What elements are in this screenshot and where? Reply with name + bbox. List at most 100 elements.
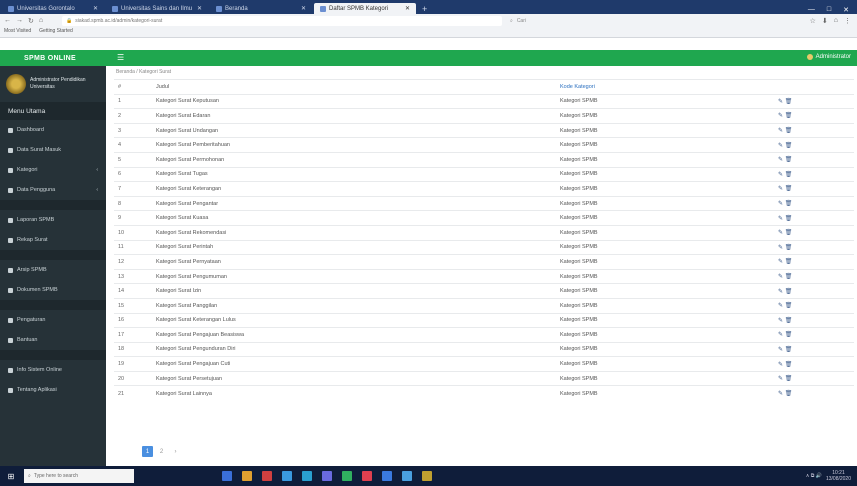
browser-tab[interactable]: Daftar SPMB Kategori ✕ (314, 3, 416, 14)
sidebar-item[interactable]: Dashboard (0, 120, 106, 140)
row-actions[interactable]: ✎ 🗑 (774, 356, 854, 372)
row-actions[interactable]: ✎ 🗑 (774, 239, 854, 255)
row-actions[interactable]: ✎ 🗑 (774, 385, 854, 401)
row-title: Kategori Surat Pemberitahuan (152, 137, 556, 153)
browser-tab[interactable]: Universitas Sains dan Ilmu ✕ (106, 3, 208, 14)
row-actions[interactable]: ✎ 🗑 (774, 268, 854, 284)
close-icon[interactable]: ✕ (197, 5, 202, 12)
sidebar-item[interactable]: Kategori ‹ (0, 160, 106, 180)
row-category: Kategori SPMB (556, 239, 774, 255)
taskbar-app-icon[interactable] (242, 471, 252, 481)
row-title: Kategori Surat Keputusan (152, 93, 556, 109)
sidebar-item[interactable]: Rekap Surat (0, 230, 106, 250)
sidebar-item[interactable]: Pengaturan (0, 310, 106, 330)
system-tray: ∧ ⧉ 🔊 10:21 13/08/2020 (806, 470, 857, 482)
taskbar-app-icon[interactable] (282, 471, 292, 481)
bookmark-item[interactable]: Most Visited (4, 28, 31, 34)
sidebar-item[interactable]: Data Surat Masuk (0, 140, 106, 160)
page-button[interactable]: 2 (156, 446, 167, 457)
clock[interactable]: 10:21 13/08/2020 (826, 470, 851, 482)
row-actions[interactable]: ✎ 🗑 (774, 181, 854, 197)
taskbar-app-icon[interactable] (422, 471, 432, 481)
bookmark-item[interactable]: Getting Started (39, 28, 73, 34)
table-row: 7 Kategori Surat Keterangan Kategori SPMB ✎… (114, 181, 854, 197)
tray-icons[interactable]: ∧ ⧉ 🔊 (806, 473, 822, 479)
row-actions[interactable]: ✎ 🗑 (774, 327, 854, 343)
menu-toggle-icon[interactable]: ☰ (117, 53, 124, 62)
page-button[interactable]: 1 (142, 446, 153, 457)
close-window-icon[interactable]: ✕ (843, 6, 849, 14)
taskbar-app-icon[interactable] (402, 471, 412, 481)
row-category: Kategori SPMB (556, 312, 774, 328)
row-category: Kategori SPMB (556, 268, 774, 284)
row-actions[interactable]: ✎ 🗑 (774, 210, 854, 226)
table-row: 1 Kategori Surat Keputusan Kategori SPMB ✎ … (114, 93, 854, 109)
taskbar-app-icon[interactable] (382, 471, 392, 481)
back-icon[interactable]: ← (4, 17, 11, 25)
close-icon[interactable]: ✕ (405, 5, 410, 12)
browser-search-field[interactable]: ⌕ Cari (510, 16, 640, 26)
sidebar-item[interactable]: Data Pengguna ‹ (0, 180, 106, 200)
taskbar-app-icon[interactable] (262, 471, 272, 481)
row-title: Kategori Surat Keterangan (152, 181, 556, 197)
tab-label: Universitas Gorontalo (17, 5, 75, 12)
row-actions[interactable]: ✎ 🗑 (774, 151, 854, 168)
new-tab-button[interactable]: + (418, 4, 431, 14)
taskbar-search[interactable]: ⌕ Type here to search (24, 469, 134, 483)
sidebar-item[interactable]: Tentang Aplikasi (0, 380, 106, 400)
row-actions[interactable]: ✎ 🗑 (774, 370, 854, 386)
download-icon[interactable]: ⬇ (822, 17, 828, 25)
home-icon[interactable]: ⌂ (39, 17, 43, 25)
page-button[interactable]: › (170, 446, 181, 457)
row-title: Kategori Surat Undangan (152, 122, 556, 138)
forward-icon[interactable]: → (16, 17, 23, 25)
reload-icon[interactable]: ↻ (28, 17, 34, 25)
sidebar-divider (0, 250, 106, 260)
windows-taskbar: ⊞ ⌕ Type here to search ∧ ⧉ 🔊 10:21 13/0… (0, 466, 857, 486)
sidebar-item[interactable]: Arsip SPMB (0, 260, 106, 280)
tab-favicon-icon (8, 5, 14, 12)
library-icon[interactable]: ⌂ (834, 17, 838, 25)
browser-tab[interactable]: Universitas Gorontalo ✕ (2, 3, 104, 14)
row-actions[interactable]: ✎ 🗑 (774, 108, 854, 124)
taskbar-app-icon[interactable] (362, 471, 372, 481)
sidebar-item[interactable]: Info Sistem Online (0, 360, 106, 380)
row-actions[interactable]: ✎ 🗑 (774, 122, 854, 138)
taskbar-app-icon[interactable] (222, 471, 232, 481)
menu-icon[interactable]: ⋮ (844, 17, 851, 25)
app-brand[interactable]: SPMB ONLINE (0, 50, 100, 66)
bookmark-star-icon[interactable]: ☆ (810, 17, 816, 25)
row-actions[interactable]: ✎ 🗑 (774, 283, 854, 299)
taskbar-app-icon[interactable] (342, 471, 352, 481)
sidebar-item[interactable]: Bantuan (0, 330, 106, 350)
row-actions[interactable]: ✎ 🗑 (774, 93, 854, 109)
row-actions[interactable]: ✎ 🗑 (774, 254, 854, 270)
row-number: 10 (114, 224, 152, 241)
taskbar-app-icon[interactable] (322, 471, 332, 481)
row-actions[interactable]: ✎ 🗑 (774, 166, 854, 182)
row-title: Kategori Surat Persetujuan (152, 370, 556, 386)
row-actions[interactable]: ✎ 🗑 (774, 341, 854, 357)
document-icon (8, 287, 13, 293)
tab-favicon-icon (112, 5, 118, 12)
header-category[interactable]: Kode Kategori (556, 79, 774, 95)
maximize-icon[interactable]: □ (827, 6, 831, 14)
university-logo-icon (6, 74, 26, 94)
sidebar-item[interactable]: Laporan SPMB (0, 210, 106, 230)
close-icon[interactable]: ✕ (93, 5, 98, 12)
row-actions[interactable]: ✎ 🗑 (774, 312, 854, 328)
row-actions[interactable]: ✎ 🗑 (774, 224, 854, 241)
windows-start-icon[interactable]: ⊞ (4, 469, 18, 483)
row-actions[interactable]: ✎ 🗑 (774, 297, 854, 313)
row-actions[interactable]: ✎ 🗑 (774, 137, 854, 153)
sidebar-item[interactable]: Dokumen SPMB (0, 280, 106, 300)
url-field[interactable]: 🔒 siakad.spmb.ac.id/admin/kategori-surat (62, 16, 502, 26)
minimize-icon[interactable]: — (808, 6, 815, 14)
user-menu[interactable]: Administrator (806, 54, 851, 60)
close-icon[interactable]: ✕ (301, 5, 306, 12)
row-title: Kategori Surat Pernyataan (152, 254, 556, 270)
taskbar-app-icon[interactable] (302, 471, 312, 481)
row-actions[interactable]: ✎ 🗑 (774, 195, 854, 211)
browser-tab[interactable]: Beranda ✕ (210, 3, 312, 14)
header-title[interactable]: Judul (152, 79, 556, 95)
